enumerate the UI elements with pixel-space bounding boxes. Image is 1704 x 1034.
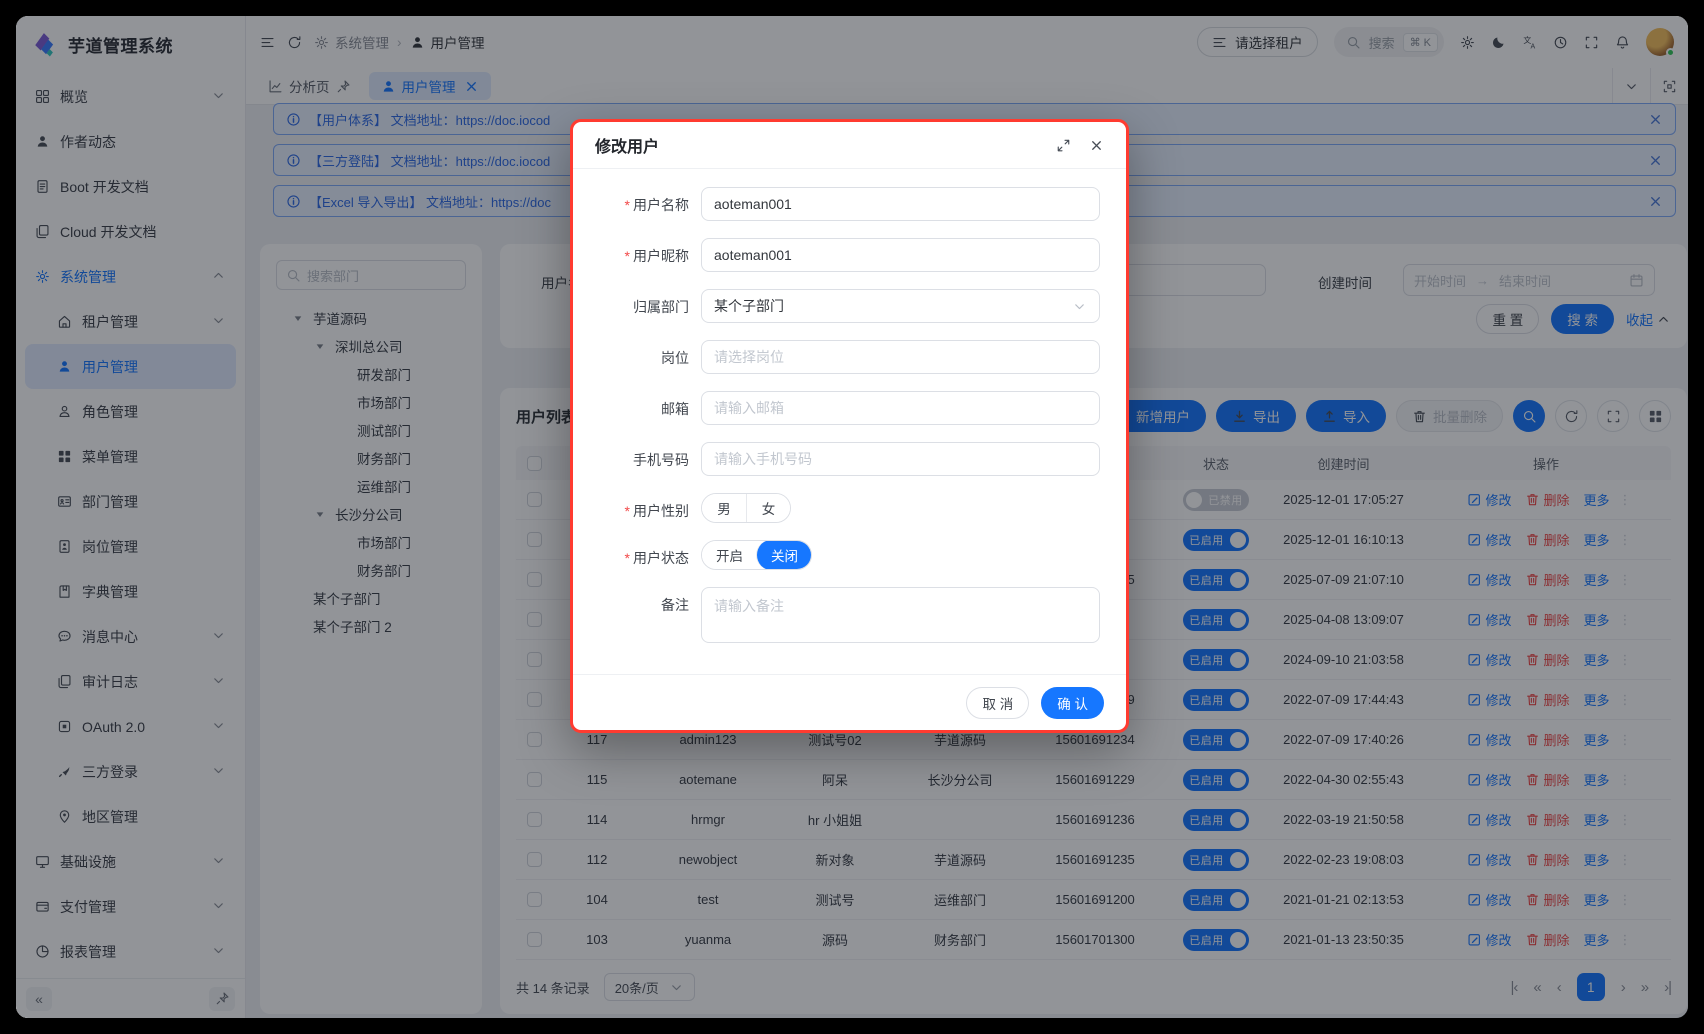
form-row-status: *用户状态开启关闭 xyxy=(573,540,1100,570)
form-row-username: *用户名称 xyxy=(573,187,1100,221)
form-row-dept: 归属部门某个子部门 xyxy=(573,289,1100,323)
form-row-nickname: *用户昵称 xyxy=(573,238,1100,272)
mobile-input[interactable] xyxy=(701,442,1100,476)
form-row-mobile: 手机号码 xyxy=(573,442,1100,476)
post-select[interactable]: 请选择岗位 xyxy=(701,340,1100,374)
status-segment: 开启关闭 xyxy=(701,540,812,570)
status-option-1[interactable]: 关闭 xyxy=(756,540,812,570)
form-row-post: 岗位请选择岗位 xyxy=(573,340,1100,374)
field-label: *用户昵称 xyxy=(573,238,701,266)
nickname-input[interactable] xyxy=(701,238,1100,272)
modal-maximize-icon[interactable] xyxy=(1056,138,1071,153)
status-option-0[interactable]: 开启 xyxy=(702,541,757,569)
modal-body: *用户名称*用户昵称归属部门某个子部门岗位请选择岗位邮箱手机号码*用户性别男女*… xyxy=(573,169,1126,667)
dept-select[interactable]: 某个子部门 xyxy=(701,289,1100,323)
gender-option-0[interactable]: 男 xyxy=(702,494,746,522)
edit-user-modal: 修改用户 *用户名称*用户昵称归属部门某个子部门岗位请选择岗位邮箱手机号码*用户… xyxy=(570,119,1129,733)
remark-textarea[interactable] xyxy=(701,587,1100,643)
field-label: *用户性别 xyxy=(573,493,701,521)
field-label: 岗位 xyxy=(573,340,701,368)
field-label: 归属部门 xyxy=(573,289,701,317)
username-input[interactable] xyxy=(701,187,1100,221)
field-label: 备注 xyxy=(573,587,701,615)
modal-title: 修改用户 xyxy=(595,133,659,157)
modal-header: 修改用户 xyxy=(573,122,1126,169)
form-row-remark: 备注 xyxy=(573,587,1100,648)
confirm-button[interactable]: 确 认 xyxy=(1041,687,1104,719)
form-row-gender: *用户性别男女 xyxy=(573,493,1100,523)
modal-close-icon[interactable] xyxy=(1089,138,1104,153)
field-label: 手机号码 xyxy=(573,442,701,470)
gender-option-1[interactable]: 女 xyxy=(746,494,790,522)
chevron-down-icon xyxy=(1072,299,1087,314)
app-window: 芋道管理系统 概览作者动态Boot 开发文档Cloud 开发文档系统管理租户管理… xyxy=(16,16,1688,1018)
field-label: 邮箱 xyxy=(573,391,701,419)
cancel-button[interactable]: 取 消 xyxy=(966,687,1029,719)
modal-footer: 取 消 确 认 xyxy=(573,674,1126,730)
email-input[interactable] xyxy=(701,391,1100,425)
gender-segment: 男女 xyxy=(701,493,791,523)
field-label: *用户名称 xyxy=(573,187,701,215)
form-row-email: 邮箱 xyxy=(573,391,1100,425)
field-label: *用户状态 xyxy=(573,540,701,568)
